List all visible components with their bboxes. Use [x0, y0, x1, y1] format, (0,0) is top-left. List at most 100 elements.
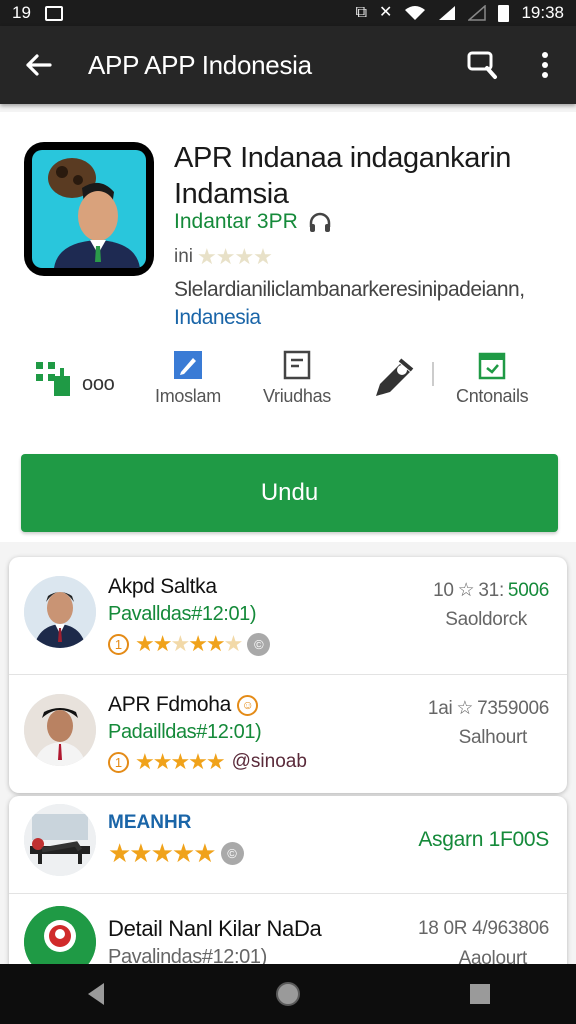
- action-apps[interactable]: ooo: [34, 360, 115, 400]
- nav-back-button[interactable]: [66, 981, 126, 1007]
- status-bar: 19 ⧉ ✕ 19:38: [0, 0, 576, 26]
- review-meta-2: Salhourt: [458, 727, 528, 748]
- list-item[interactable]: APR Fdmoha ☺ Padailldas#12:01) 1 ★★★★★ @…: [9, 675, 567, 793]
- avatar: [24, 576, 96, 648]
- nav-home-button[interactable]: [258, 980, 318, 1008]
- status-time: 19:38: [521, 3, 564, 22]
- rating-prefix: ini: [174, 246, 194, 267]
- nav-recents-icon: [470, 984, 490, 1004]
- page-title: APP APP Indonesia: [88, 49, 312, 80]
- nav-back-icon: [88, 983, 104, 1005]
- document-icon: [283, 350, 311, 380]
- star-rating: ★★★★★: [135, 749, 226, 774]
- app-header-card: APR Indanaa indagankarin Indamsia Indant…: [0, 112, 576, 542]
- review-meta: 1ai ☆ 7359006: [428, 697, 549, 720]
- star-outline-icon: ☆: [456, 698, 474, 719]
- action-document-label: Vriudhas: [263, 386, 331, 406]
- search-button[interactable]: [452, 50, 514, 80]
- developer-link[interactable]: Indantar 3PR: [174, 210, 332, 234]
- avatar: [24, 906, 96, 968]
- review-sub: Padailldas#12:01): [108, 721, 262, 743]
- description-link[interactable]: Indanesia: [174, 304, 564, 332]
- review-tag: @sinoab: [231, 751, 307, 772]
- review-price: Asgarn 1F00S: [418, 828, 549, 851]
- action-edit-label: Imoslam: [155, 386, 221, 406]
- app-description: Slelardianiliclambanarkeresinipadeiann, …: [174, 276, 564, 332]
- action-row: ooo Imoslam Vriudhas Cntonails: [0, 350, 576, 420]
- review-meta: 10 ☆ 31: 5006: [433, 579, 549, 602]
- meta-c: 5006: [507, 579, 549, 601]
- system-nav-bar: [0, 964, 576, 1024]
- avatar: [24, 694, 96, 766]
- rating-stars: ★★★★: [197, 244, 273, 269]
- app-rating: ini ★★★★: [174, 244, 273, 270]
- mute-icon: ✕: [379, 4, 393, 21]
- nav-recents-button[interactable]: [450, 982, 510, 1006]
- meta-b: 31:: [478, 579, 504, 601]
- calendar-icon: [478, 352, 506, 380]
- review-meta-2: Saoldorck: [445, 609, 527, 630]
- review-name: APR Fdmoha ☺: [108, 693, 259, 717]
- info-icon[interactable]: ©: [247, 632, 271, 656]
- developer-name: Indantar 3PR: [174, 210, 298, 233]
- review-stars: 1 ★★★★★ @sinoab: [108, 749, 307, 775]
- action-apps-label: ooo: [82, 372, 115, 395]
- meta-a: 10: [433, 579, 454, 601]
- signal-icon: [439, 6, 456, 20]
- search-icon: [467, 51, 497, 79]
- info-icon[interactable]: ©: [220, 842, 244, 865]
- review-meta: 18 0R 4/963806: [417, 918, 549, 939]
- review-stars: 1 ★★★★★★ ©: [108, 631, 271, 657]
- apps-grid-icon: [36, 362, 70, 396]
- star-rating: ★★★★★: [108, 838, 217, 868]
- vibrate-icon: ⧉: [355, 4, 368, 21]
- person-avatar-icon: [24, 576, 96, 648]
- headset-icon: [309, 212, 330, 232]
- list-item[interactable]: MEANHR ★★★★★ © Asgarn 1F00S: [9, 796, 567, 894]
- app-icon[interactable]: [24, 142, 154, 276]
- emoji-icon: ☺: [237, 694, 259, 716]
- app-bar: APP APP Indonesia: [0, 26, 576, 104]
- install-button[interactable]: Undu: [21, 454, 558, 532]
- action-document[interactable]: Vriudhas: [263, 350, 331, 407]
- app-title: APR Indanaa indagankarin Indamsia: [174, 142, 512, 210]
- person-avatar-icon: [24, 694, 96, 766]
- reviews-card-1: Akpd Saltka Pavalldas#12:01) 1 ★★★★★★ © …: [9, 557, 567, 793]
- mascot-icon: [24, 906, 96, 968]
- person-portrait-icon: [48, 158, 140, 268]
- review-name: Detail Nanl Kilar NaDa: [108, 916, 322, 941]
- status-left-number: 19: [12, 3, 31, 22]
- review-label: MEANHR: [108, 812, 192, 833]
- review-name: Akpd Saltka: [108, 575, 217, 598]
- pen-icon: [376, 358, 414, 396]
- list-item[interactable]: Akpd Saltka Pavalldas#12:01) 1 ★★★★★★ © …: [9, 557, 567, 675]
- meta-b: 7359006: [477, 697, 549, 719]
- action-calendar[interactable]: Cntonails: [456, 350, 529, 407]
- back-arrow-icon: [26, 54, 52, 76]
- back-button[interactable]: [0, 53, 76, 77]
- review-name-text: APR Fdmoha: [108, 693, 232, 716]
- reviews-card-2: MEANHR ★★★★★ © Asgarn 1F00S Detail Nanl …: [9, 796, 567, 968]
- battery-icon: [498, 4, 510, 22]
- action-divider: [432, 362, 434, 386]
- nav-home-icon: [276, 982, 300, 1006]
- action-edit[interactable]: Imoslam: [155, 350, 221, 407]
- no-signal-icon: [468, 5, 487, 21]
- more-options-button[interactable]: [514, 51, 576, 79]
- gallery-notification-icon: [44, 5, 63, 21]
- star-rating: ★★★★★★: [135, 631, 243, 656]
- edit-icon: [173, 351, 202, 379]
- star-outline-icon: ☆: [457, 580, 475, 601]
- list-item[interactable]: Detail Nanl Kilar NaDa Pavalindas#12:01)…: [9, 894, 567, 968]
- wifi-icon: [405, 6, 426, 20]
- more-vert-icon: [542, 52, 548, 78]
- badge-number: 1: [108, 633, 129, 655]
- review-sub: Pavalldas#12:01): [108, 603, 257, 625]
- action-pen[interactable]: [370, 356, 416, 400]
- avatar: [24, 804, 96, 876]
- action-calendar-label: Cntonails: [456, 386, 529, 406]
- description-text: Slelardianiliclambanarkeresinipadeiann,: [174, 278, 525, 301]
- fitness-image-icon: [24, 804, 96, 876]
- meta-a: 1ai: [427, 697, 453, 719]
- badge-number: 1: [108, 751, 129, 773]
